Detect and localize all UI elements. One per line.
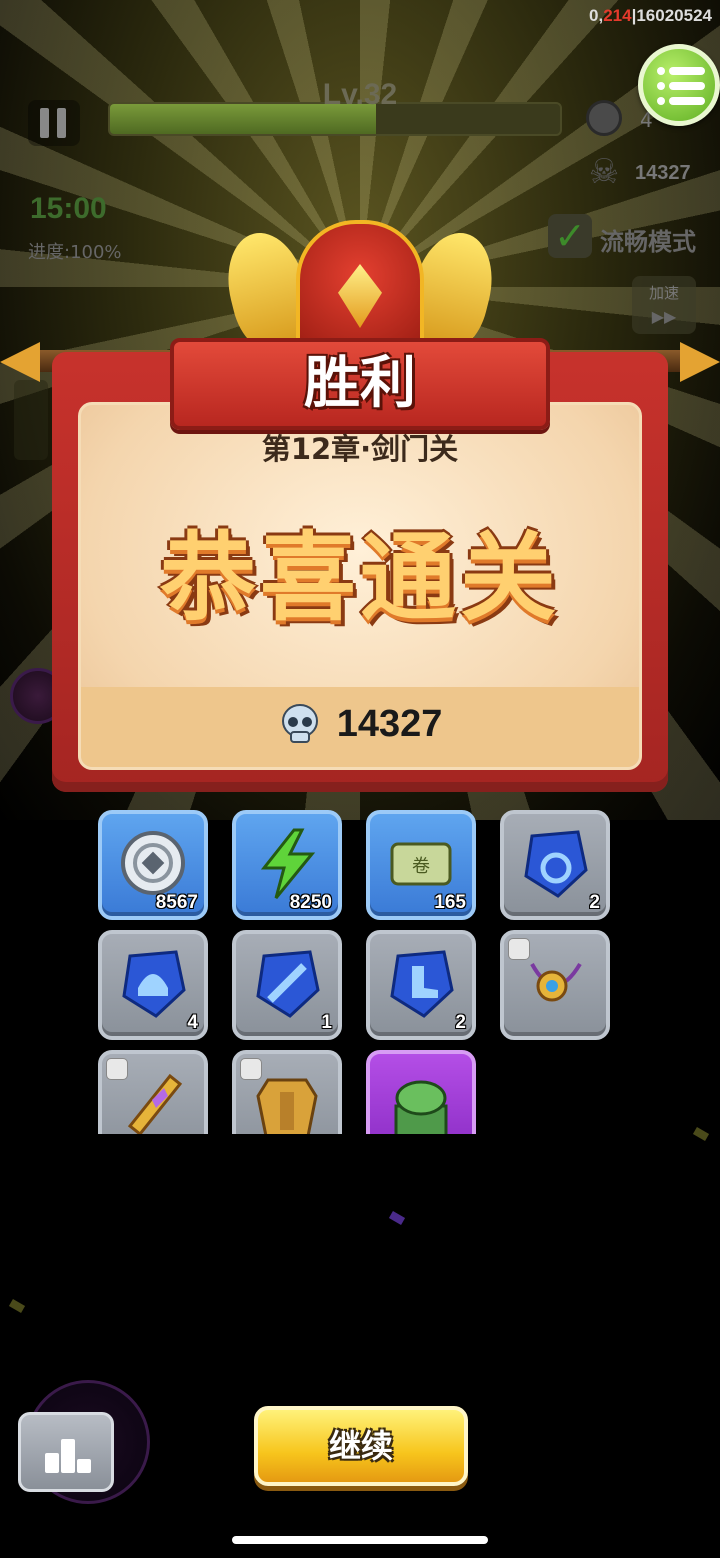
coin-icon xyxy=(121,831,185,895)
smooth-mode-checkbox[interactable]: ✓ xyxy=(548,214,592,258)
chapter-name: 第12章·剑门关 xyxy=(261,432,459,466)
reward-qty: 1 xyxy=(321,1012,332,1033)
skull-count: 14327 xyxy=(635,162,691,184)
reward-qty: 165 xyxy=(434,892,466,913)
skull-icon xyxy=(281,704,318,743)
svg-text:卷: 卷 xyxy=(412,856,430,877)
sword-icon xyxy=(127,1073,183,1137)
reward-item-silver-coin[interactable]: 8567 xyxy=(98,810,208,920)
reward-item-amulet[interactable] xyxy=(500,930,610,1040)
rod-right-tip xyxy=(680,342,720,382)
amulet-icon xyxy=(530,962,582,1002)
reward-item-helmet-gem[interactable]: 4 xyxy=(98,930,208,1040)
helmet-gem-icon xyxy=(122,950,186,1018)
skull-icon: ☠ xyxy=(588,152,620,192)
smooth-mode-label: 流畅模式 xyxy=(600,228,696,256)
score-value: 14327 xyxy=(336,702,443,745)
leaderboard-button[interactable] xyxy=(18,1412,114,1492)
reward-item-weapon-gem[interactable]: 1 xyxy=(232,930,342,1040)
title-ribbon: 胜利 xyxy=(170,338,550,430)
amulet-gem-icon xyxy=(524,830,588,898)
speed-label: 加速 xyxy=(648,284,679,302)
congrats-text: 恭喜通关 xyxy=(160,522,560,634)
reward-item-energy[interactable]: 8250 xyxy=(232,810,342,920)
coin-icon xyxy=(586,100,622,136)
timer: 15:00 xyxy=(30,192,107,225)
boot-gem-icon xyxy=(390,950,454,1018)
reward-qty: 8250 xyxy=(289,892,332,913)
fast-forward-icon: ▶▶ xyxy=(651,307,677,326)
reward-item-necklace-gem[interactable]: 2 xyxy=(500,810,610,920)
check-icon: ✓ xyxy=(554,214,586,258)
scroll-icon: 卷 xyxy=(390,842,452,886)
reward-qty: 8567 xyxy=(155,892,198,913)
reward-item-boots-gem[interactable]: 2 xyxy=(366,930,476,1040)
sword-gem-icon xyxy=(256,950,320,1018)
reward-qty: 4 xyxy=(187,1012,198,1033)
rod-left-tip xyxy=(0,342,40,382)
menu-button[interactable] xyxy=(638,44,720,126)
progress-text: 进度:100% xyxy=(28,242,122,263)
helmet-emblem xyxy=(216,218,504,358)
turtle-seal-icon xyxy=(394,1080,448,1138)
continue-label: 继续 xyxy=(328,1427,393,1465)
level-label: Lv.32 xyxy=(322,78,398,111)
lightning-icon xyxy=(260,828,316,899)
armor-icon xyxy=(256,1078,318,1138)
reward-qty: 2 xyxy=(455,1012,466,1033)
home-indicator[interactable] xyxy=(232,1536,488,1544)
pause-button[interactable] xyxy=(28,100,80,146)
score-row: 14327 xyxy=(0,702,720,746)
victory-title: 胜利 xyxy=(304,351,416,416)
speed-up-button[interactable]: 加速 ▶▶ xyxy=(632,276,696,334)
debug-readout: 0,214|16020524 xyxy=(589,6,712,25)
reward-item-scroll[interactable]: 卷 165 xyxy=(366,810,476,920)
reward-qty: 2 xyxy=(589,892,600,913)
continue-button[interactable]: 继续 xyxy=(254,1406,468,1486)
